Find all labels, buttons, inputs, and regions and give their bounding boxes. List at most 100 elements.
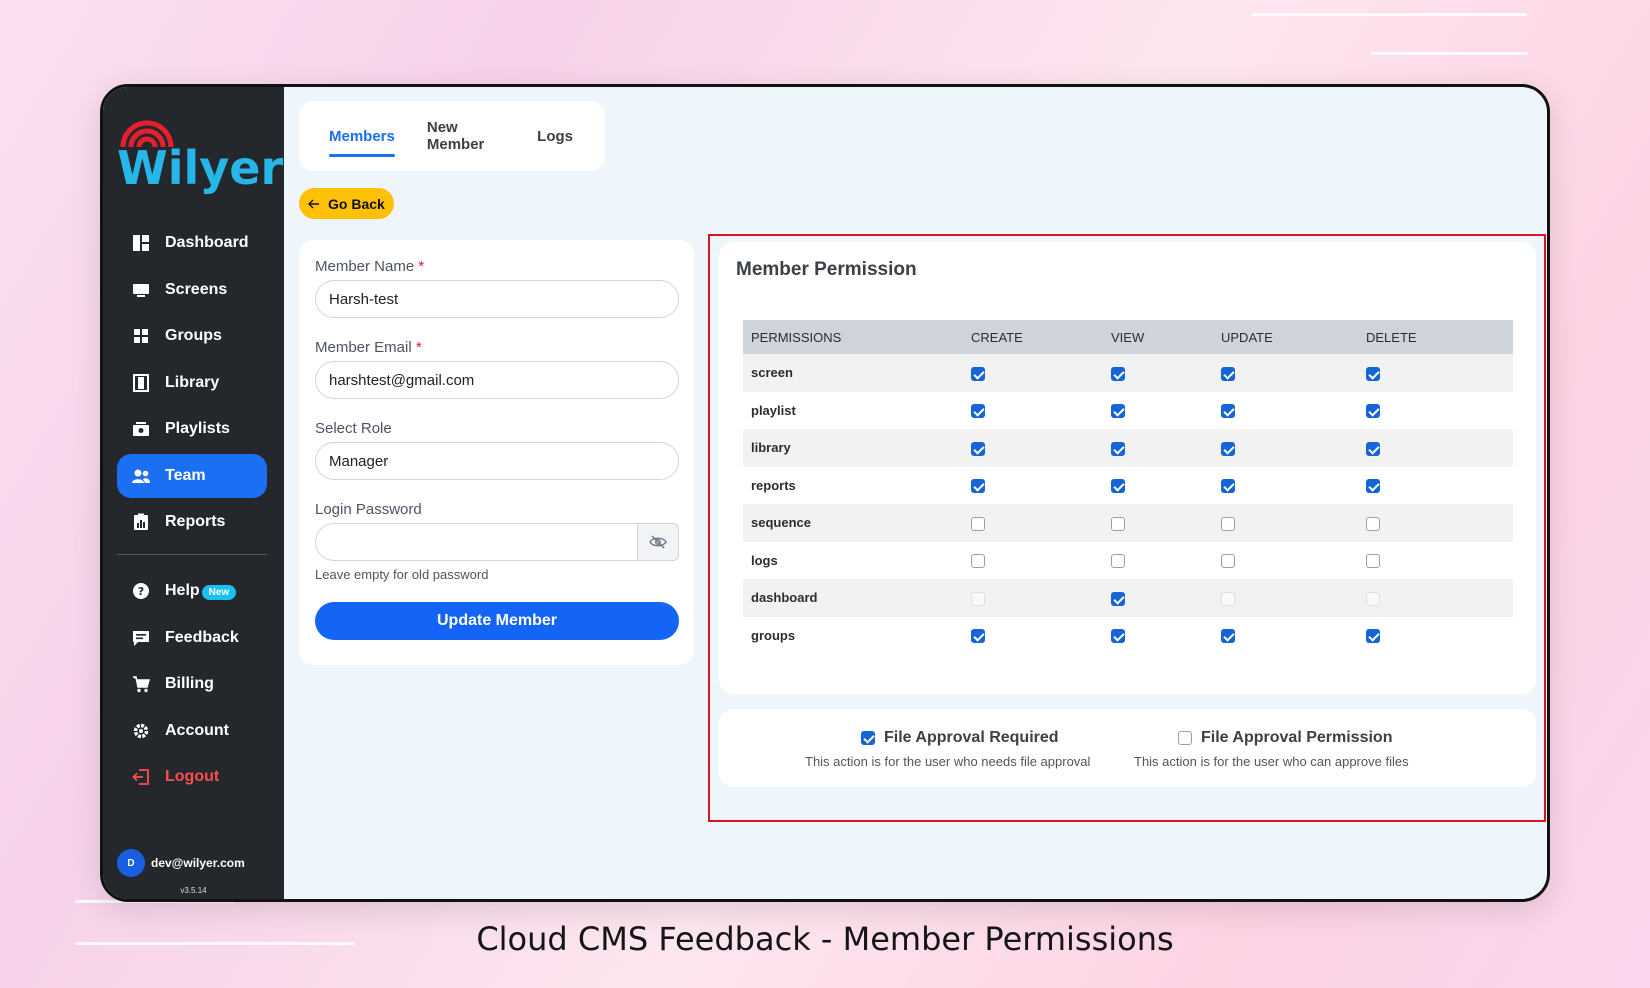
screen-view-checkbox[interactable] bbox=[1111, 366, 1125, 381]
permission-cell bbox=[1213, 579, 1358, 617]
sidebar-item-dashboard[interactable]: Dashboard bbox=[117, 221, 267, 265]
wilyer-logo: Wilyer bbox=[117, 115, 283, 195]
groups-view-checkbox[interactable] bbox=[1111, 629, 1125, 644]
logout-icon bbox=[131, 767, 151, 787]
permission-cell bbox=[1213, 504, 1358, 542]
logs-update-checkbox[interactable] bbox=[1221, 554, 1235, 569]
svg-text:?: ? bbox=[138, 585, 144, 598]
sidebar-item-account[interactable]: Account bbox=[117, 709, 267, 753]
sidebar-item-screens[interactable]: Screens bbox=[117, 268, 267, 312]
logs-delete-checkbox[interactable] bbox=[1366, 554, 1380, 569]
table-row: sequence bbox=[743, 504, 1513, 542]
groups-create-checkbox[interactable] bbox=[971, 629, 985, 644]
table-row: dashboard bbox=[743, 579, 1513, 617]
logs-view-checkbox[interactable] bbox=[1111, 554, 1125, 569]
permission-cell bbox=[1358, 579, 1513, 617]
playlist-update-checkbox[interactable] bbox=[1221, 404, 1235, 419]
permission-cell bbox=[1103, 504, 1213, 542]
sidebar-item-feedback[interactable]: Feedback bbox=[117, 616, 267, 660]
library-delete-checkbox[interactable] bbox=[1366, 441, 1380, 456]
permission-cell bbox=[963, 504, 1103, 542]
tab-members[interactable]: Members bbox=[329, 122, 395, 157]
nav-divider bbox=[117, 554, 267, 555]
sidebar-item-reports[interactable]: Reports bbox=[117, 500, 267, 544]
help-icon: ? bbox=[131, 581, 151, 601]
sidebar-item-label: Logout bbox=[165, 768, 220, 785]
grid-icon bbox=[131, 326, 151, 346]
sidebar-item-billing[interactable]: Billing bbox=[117, 662, 267, 706]
file-approval-required-checkbox[interactable] bbox=[861, 731, 875, 745]
reports-update-checkbox[interactable] bbox=[1221, 479, 1235, 494]
sidebar: Wilyer Dashboard Screens Groups Library … bbox=[103, 87, 284, 899]
sidebar-item-logout[interactable]: Logout bbox=[117, 755, 267, 799]
permission-cell bbox=[1358, 391, 1513, 429]
library-update-checkbox[interactable] bbox=[1221, 441, 1235, 456]
required-mark: * bbox=[418, 258, 425, 275]
reports-view-checkbox[interactable] bbox=[1111, 479, 1125, 494]
reports-delete-checkbox[interactable] bbox=[1366, 479, 1380, 494]
tab-new-member[interactable]: New Member bbox=[427, 113, 505, 159]
sidebar-nav: Dashboard Screens Groups Library Playlis… bbox=[117, 221, 267, 802]
member-permission-card: Member Permission PERMISSIONS CREATE VIE… bbox=[719, 242, 1536, 694]
permission-cell bbox=[963, 391, 1103, 429]
permission-cell bbox=[1358, 429, 1513, 467]
table-row: screen bbox=[743, 354, 1513, 392]
sidebar-item-library[interactable]: Library bbox=[117, 361, 267, 405]
decor-line bbox=[1371, 52, 1528, 55]
dashboard-view-checkbox[interactable] bbox=[1111, 591, 1125, 606]
sidebar-item-help[interactable]: ? Help New bbox=[117, 569, 267, 613]
dashboard-icon bbox=[131, 233, 151, 253]
feedback-icon bbox=[131, 628, 151, 648]
member-name-label: Member Name * bbox=[315, 258, 425, 275]
avatar: D bbox=[117, 849, 145, 877]
select-role-label: Select Role bbox=[315, 420, 392, 437]
permission-cell bbox=[1103, 466, 1213, 504]
sequence-create-checkbox[interactable] bbox=[971, 516, 985, 531]
playlist-icon bbox=[131, 419, 151, 439]
file-approval-required-desc: This action is for the user who needs fi… bbox=[805, 754, 1091, 769]
playlist-view-checkbox[interactable] bbox=[1111, 404, 1125, 419]
eye-slash-icon[interactable] bbox=[637, 523, 679, 561]
password-field bbox=[315, 523, 679, 561]
password-input[interactable] bbox=[315, 523, 637, 561]
table-row: logs bbox=[743, 541, 1513, 579]
table-row: library bbox=[743, 429, 1513, 467]
file-approval-permission: File Approval Permission This action is … bbox=[1134, 729, 1409, 769]
permission-name: reports bbox=[743, 466, 963, 504]
file-approval-permission-checkbox[interactable] bbox=[1178, 731, 1192, 745]
member-email-input[interactable]: harshtest@gmail.com bbox=[315, 361, 679, 399]
screen-create-checkbox[interactable] bbox=[971, 366, 985, 381]
sidebar-item-label: Reports bbox=[165, 513, 226, 530]
sidebar-item-playlists[interactable]: Playlists bbox=[117, 407, 267, 451]
logs-create-checkbox[interactable] bbox=[971, 554, 985, 569]
playlist-delete-checkbox[interactable] bbox=[1366, 404, 1380, 419]
brand-name: Wilyer bbox=[117, 141, 284, 195]
sequence-view-checkbox[interactable] bbox=[1111, 516, 1125, 531]
reports-create-checkbox[interactable] bbox=[971, 479, 985, 494]
sequence-update-checkbox[interactable] bbox=[1221, 516, 1235, 531]
go-back-button[interactable]: Go Back bbox=[299, 188, 394, 219]
permission-name: sequence bbox=[743, 504, 963, 542]
screen-delete-checkbox[interactable] bbox=[1366, 366, 1380, 381]
sequence-delete-checkbox[interactable] bbox=[1366, 516, 1380, 531]
file-approval-permission-desc: This action is for the user who can appr… bbox=[1134, 754, 1409, 769]
tab-bar: Members New Member Logs bbox=[299, 101, 605, 171]
screen-update-checkbox[interactable] bbox=[1221, 366, 1235, 381]
sidebar-item-groups[interactable]: Groups bbox=[117, 314, 267, 358]
groups-update-checkbox[interactable] bbox=[1221, 629, 1235, 644]
user-profile[interactable]: D dev@wilyer.com bbox=[117, 849, 245, 877]
member-name-input[interactable]: Harsh-test bbox=[315, 280, 679, 318]
table-row: playlist bbox=[743, 391, 1513, 429]
library-create-checkbox[interactable] bbox=[971, 441, 985, 456]
role-select[interactable]: Manager bbox=[315, 442, 679, 480]
update-member-button[interactable]: Update Member bbox=[315, 602, 679, 640]
permission-name: logs bbox=[743, 541, 963, 579]
tab-logs[interactable]: Logs bbox=[537, 122, 573, 151]
permission-cell bbox=[1358, 504, 1513, 542]
report-icon bbox=[131, 512, 151, 532]
library-view-checkbox[interactable] bbox=[1111, 441, 1125, 456]
sidebar-item-team[interactable]: Team bbox=[117, 453, 267, 498]
permission-cell bbox=[963, 616, 1103, 654]
playlist-create-checkbox[interactable] bbox=[971, 404, 985, 419]
groups-delete-checkbox[interactable] bbox=[1366, 629, 1380, 644]
